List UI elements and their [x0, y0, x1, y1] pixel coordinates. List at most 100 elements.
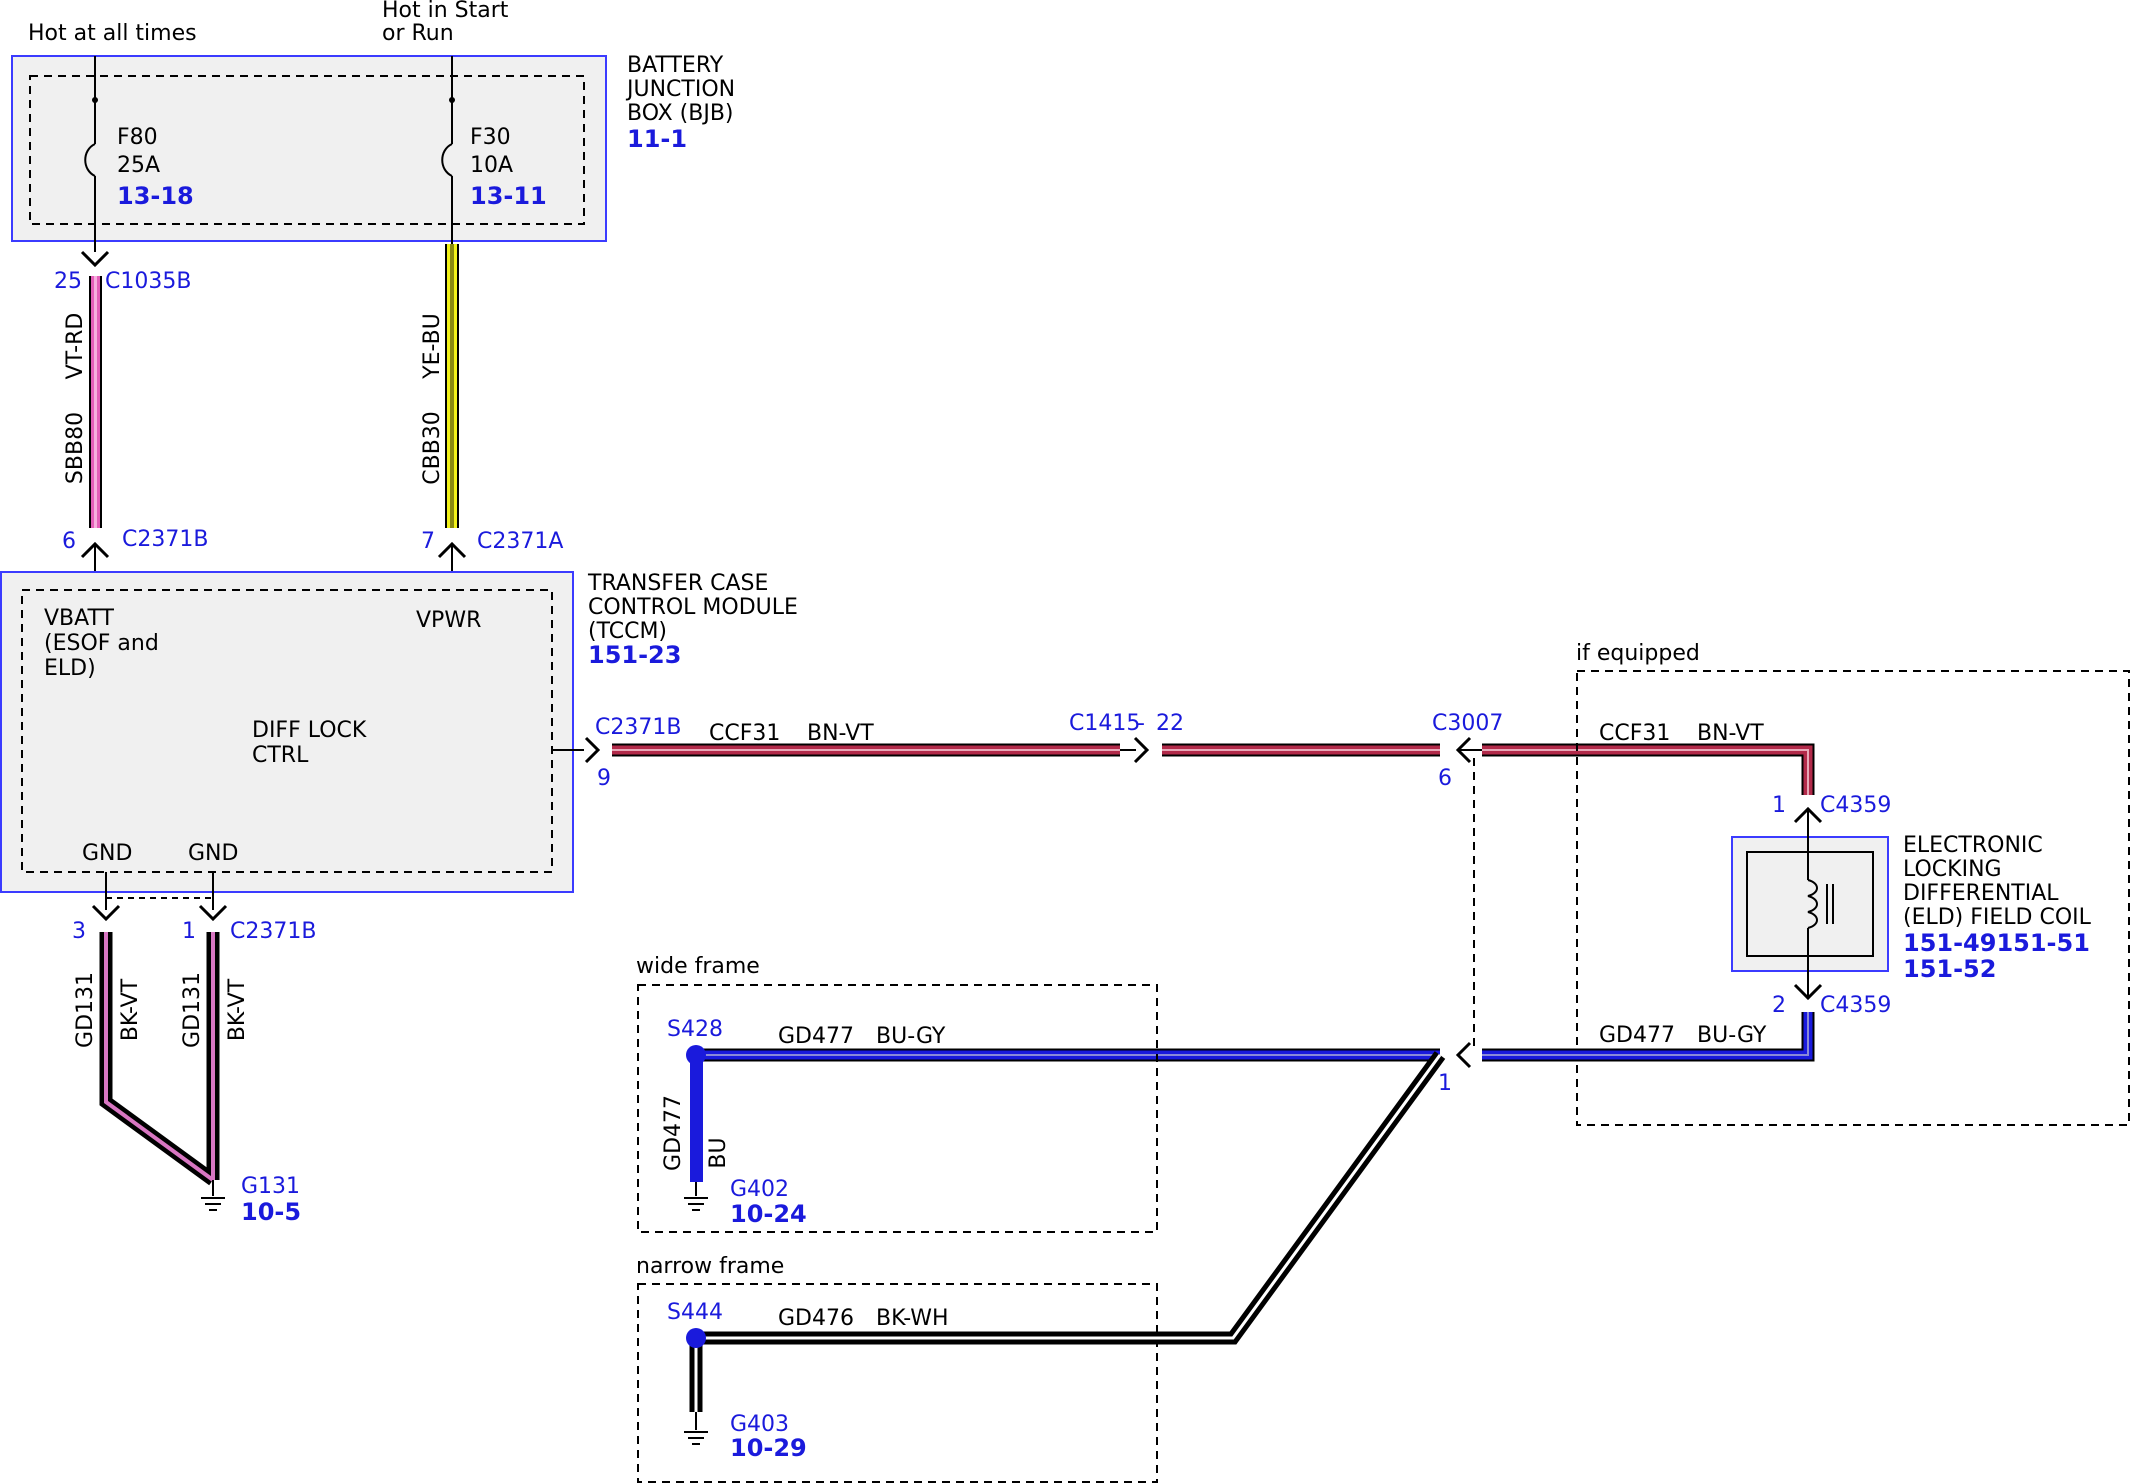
- wire-gd476-bk-wh: [689, 1051, 1446, 1412]
- feed-node-left: [92, 97, 98, 103]
- narrow-gd476-color: BK-WH: [876, 1306, 949, 1331]
- tccm-diff-lock-ctrl-label: CTRL: [252, 743, 309, 768]
- connector-chevron-c2371b-out-icon: [584, 736, 601, 764]
- connector-c1415-label: C1415: [1069, 711, 1140, 736]
- connector-c2371b-label-top: C2371B: [122, 527, 208, 552]
- narrow-gd476-circuit: GD476: [778, 1306, 854, 1331]
- hot-at-all-times-label: Hot at all times: [28, 21, 197, 46]
- splice-s444-label: S444: [667, 1300, 723, 1325]
- narrow-frame-label: narrow frame: [636, 1254, 784, 1279]
- ground-g131-label: G131: [241, 1174, 300, 1199]
- tccm-title-2: CONTROL MODULE: [588, 595, 798, 620]
- bjb-title-1: BATTERY: [627, 53, 724, 78]
- pin-25-label: 25: [54, 269, 82, 294]
- tccm-diff-lock-label: DIFF LOCK: [252, 718, 367, 743]
- connector-c4359-bottom-label: C4359: [1820, 993, 1891, 1018]
- wire-sbb80-vt-rd: [89, 276, 102, 528]
- connector-c2371a-label: C2371A: [477, 529, 563, 554]
- tccm-vpwr-label: VPWR: [416, 608, 481, 633]
- eld-ref-link-2[interactable]: 151-52: [1903, 955, 1996, 983]
- pin-6-c3007-label: 6: [1438, 766, 1452, 791]
- connector-c1035b-label: C1035B: [105, 269, 191, 294]
- gnd-right-circuit: GD131: [180, 972, 205, 1048]
- wide-frame-label: wide frame: [636, 954, 760, 979]
- wiring-diagram: Hot at all times Hot in Start or Run BAT…: [0, 0, 2130, 1483]
- ground-g402-icon: [684, 1197, 708, 1211]
- eld-title-4: (ELD) FIELD COIL: [1903, 905, 2092, 930]
- pin-9-label: 9: [597, 766, 611, 791]
- ground-g131-icon: [201, 1197, 225, 1211]
- hot-in-start-label: Hot in Start: [382, 0, 509, 23]
- wire-ccf31-bn-vt: [612, 743, 1815, 795]
- connector-c2371b-out-label: C2371B: [595, 715, 681, 740]
- tccm-vbatt-note-1: (ESOF and: [44, 631, 159, 656]
- wire-circuit-cbb30: CBB30: [420, 411, 445, 485]
- eld-ccf31-color: BN-VT: [1697, 721, 1764, 746]
- bjb-title-2: JUNCTION: [625, 77, 735, 102]
- fuse-f30-rating: 10A: [470, 153, 513, 178]
- connector-c4359-top-label: C4359: [1820, 793, 1891, 818]
- bjb-ref-link[interactable]: 11-1: [627, 125, 687, 153]
- eld-pin-1-label: 1: [1772, 793, 1786, 818]
- fuse-f30-ref-link[interactable]: 13-11: [470, 182, 547, 210]
- bjb-title-3: BOX (BJB): [627, 101, 734, 126]
- gnd-pin-3-label: 3: [72, 919, 86, 944]
- c3007-pin-1-label: 1: [1438, 1071, 1452, 1096]
- ground-g403-ref-link[interactable]: 10-29: [730, 1434, 807, 1462]
- fuse-f80-ref-link[interactable]: 13-18: [117, 182, 194, 210]
- fuse-f30-name: F30: [470, 125, 511, 150]
- wire-color-vt-rd: VT-RD: [63, 313, 88, 380]
- connector-chevron-c1035b-icon: [80, 250, 110, 268]
- connector-c2371b-gnd-label: C2371B: [230, 919, 316, 944]
- pin-7-label: 7: [421, 529, 435, 554]
- splice-s444-icon: [686, 1328, 706, 1348]
- ccf31-color-label: BN-VT: [807, 721, 874, 746]
- eld-title-3: DIFFERENTIAL: [1903, 881, 2059, 906]
- eld-title-1: ELECTRONIC: [1903, 833, 2043, 858]
- pin-6-label: 6: [62, 529, 76, 554]
- eld-ccf31-circuit: CCF31: [1599, 721, 1670, 746]
- eld-pin-2-label: 2: [1772, 993, 1786, 1018]
- gnd-right-color: BK-VT: [225, 978, 250, 1041]
- connector-chevron-c1415-icon: [1133, 736, 1150, 764]
- ground-g131-ref-link[interactable]: 10-5: [241, 1198, 301, 1226]
- tccm-vbatt-note-2: ELD): [44, 656, 96, 681]
- ground-g403-icon: [684, 1431, 708, 1445]
- connector-c3007-label: C3007: [1432, 711, 1503, 736]
- splice-s428-label: S428: [667, 1017, 723, 1042]
- or-run-label: or Run: [382, 21, 454, 46]
- eld-field-coil-module: [1731, 836, 1889, 972]
- eld-title-2: LOCKING: [1903, 857, 2002, 882]
- ccf31-circuit-label: CCF31: [709, 721, 780, 746]
- eld-gd477-circuit: GD477: [1599, 1023, 1675, 1048]
- wire-color-ye-bu: YE-BU: [420, 313, 445, 380]
- if-equipped-label: if equipped: [1576, 641, 1700, 666]
- gnd-pin-1-label: 1: [182, 919, 196, 944]
- wide-gd477-color: BU-GY: [876, 1024, 946, 1049]
- wide-vertical-color: BU: [706, 1137, 731, 1168]
- tccm-gnd-label-1: GND: [82, 841, 132, 866]
- tccm-ref-link[interactable]: 151-23: [588, 641, 681, 669]
- tccm-vbatt-label: VBATT: [44, 606, 115, 631]
- wire-gd477-bu-vertical: [690, 1060, 703, 1182]
- wire-cbb30-ye-bu: [445, 244, 459, 528]
- wire-circuit-sbb80: SBB80: [63, 412, 88, 484]
- wire-gd131-bk-vt: [99, 932, 220, 1186]
- connector-chevron-c3007-bottom-icon: [1455, 1041, 1472, 1069]
- tccm-title-1: TRANSFER CASE: [587, 571, 768, 596]
- connector-c1415-dash: -: [1137, 711, 1145, 736]
- eld-ref-link-1[interactable]: 151-49151-51: [1903, 929, 2090, 957]
- wide-gd477-circuit: GD477: [778, 1024, 854, 1049]
- ground-g402-label: G402: [730, 1177, 789, 1202]
- fuse-f80-name: F80: [117, 125, 158, 150]
- eld-gd477-color: BU-GY: [1697, 1023, 1767, 1048]
- battery-junction-box: [11, 55, 607, 242]
- pin-22-label: 22: [1156, 711, 1184, 736]
- gnd-left-circuit: GD131: [73, 972, 98, 1048]
- tccm-gnd-label-2: GND: [188, 841, 238, 866]
- fuse-f80-rating: 25A: [117, 153, 160, 178]
- ground-g402-ref-link[interactable]: 10-24: [730, 1200, 807, 1228]
- feed-node-right: [449, 97, 455, 103]
- gnd-left-color: BK-VT: [118, 978, 143, 1041]
- wide-vertical-circuit: GD477: [661, 1095, 686, 1171]
